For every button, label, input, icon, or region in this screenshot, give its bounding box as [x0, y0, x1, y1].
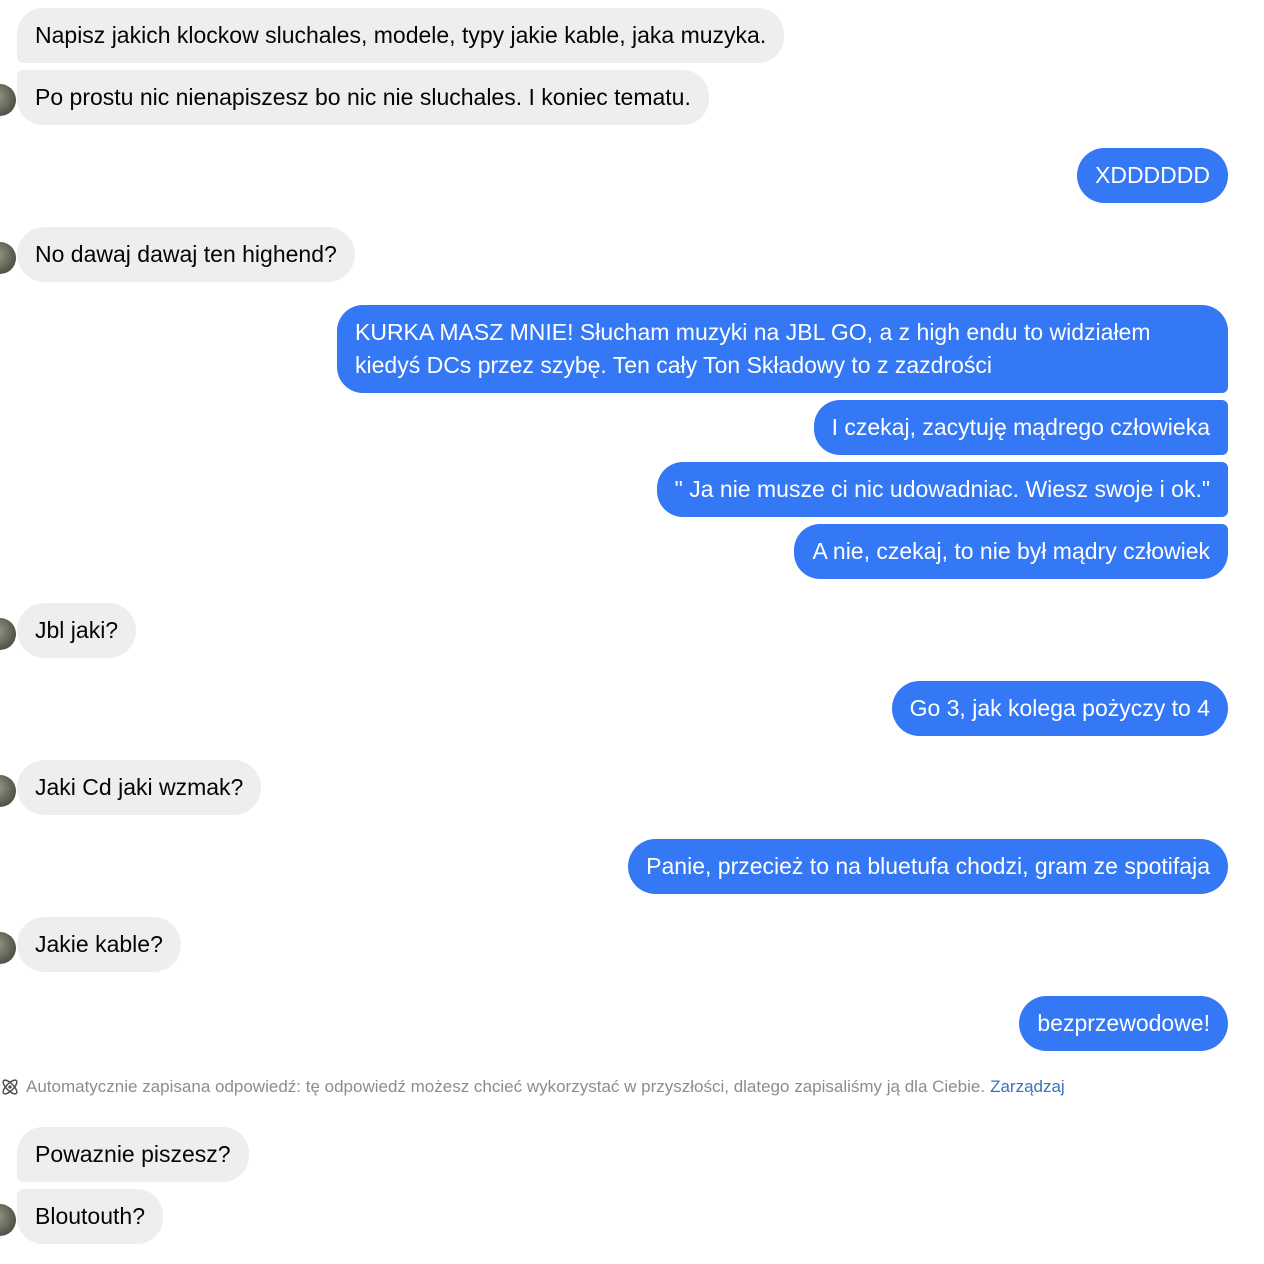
outgoing-message[interactable]: " Ja nie musze ci nic udowadniac. Wiesz … — [656, 462, 1228, 517]
incoming-message[interactable]: Napisz jakich klockow sluchales, modele,… — [17, 8, 785, 63]
incoming-message[interactable]: Jaki Cd jaki wzmak? — [17, 760, 262, 815]
outgoing-message[interactable]: A nie, czekaj, to nie był mądry człowiek — [794, 524, 1228, 579]
incoming-message[interactable]: Jakie kable? — [17, 917, 181, 972]
contact-avatar[interactable] — [0, 84, 16, 116]
incoming-message[interactable]: No dawaj dawaj ten highend? — [17, 227, 355, 282]
incoming-message[interactable]: Powaznie piszesz? — [17, 1127, 249, 1182]
contact-avatar[interactable] — [0, 1204, 16, 1236]
atom-icon — [2, 1079, 18, 1095]
message-thread: Napisz jakich klockow sluchales, modele,… — [0, 0, 1264, 1264]
manage-link[interactable]: Zarządzaj — [990, 1077, 1065, 1097]
contact-avatar[interactable] — [0, 932, 16, 964]
contact-avatar[interactable] — [0, 242, 16, 274]
outgoing-message[interactable]: I czekaj, zacytuję mądrego człowieka — [813, 400, 1228, 455]
incoming-message[interactable]: Bloutouth? — [17, 1189, 163, 1244]
outgoing-message[interactable]: Panie, przecież to na bluetufa chodzi, g… — [628, 839, 1228, 894]
incoming-message[interactable]: Po prostu nic nienapiszesz bo nic nie sl… — [17, 70, 709, 125]
incoming-message[interactable]: Jbl jaki? — [17, 603, 137, 658]
outgoing-message[interactable]: Go 3, jak kolega pożyczy to 4 — [891, 681, 1228, 736]
outgoing-message[interactable]: bezprzewodowe! — [1019, 996, 1228, 1051]
contact-avatar[interactable] — [0, 775, 16, 807]
saved-reply-note: Automatycznie zapisana odpowiedź: tę odp… — [0, 1073, 1065, 1101]
outgoing-message[interactable]: XDDDDDD — [1077, 148, 1228, 203]
saved-reply-text: Automatycznie zapisana odpowiedź: tę odp… — [26, 1077, 986, 1096]
contact-avatar[interactable] — [0, 618, 16, 650]
outgoing-message[interactable]: KURKA MASZ MNIE! Słucham muzyki na JBL G… — [337, 305, 1228, 393]
